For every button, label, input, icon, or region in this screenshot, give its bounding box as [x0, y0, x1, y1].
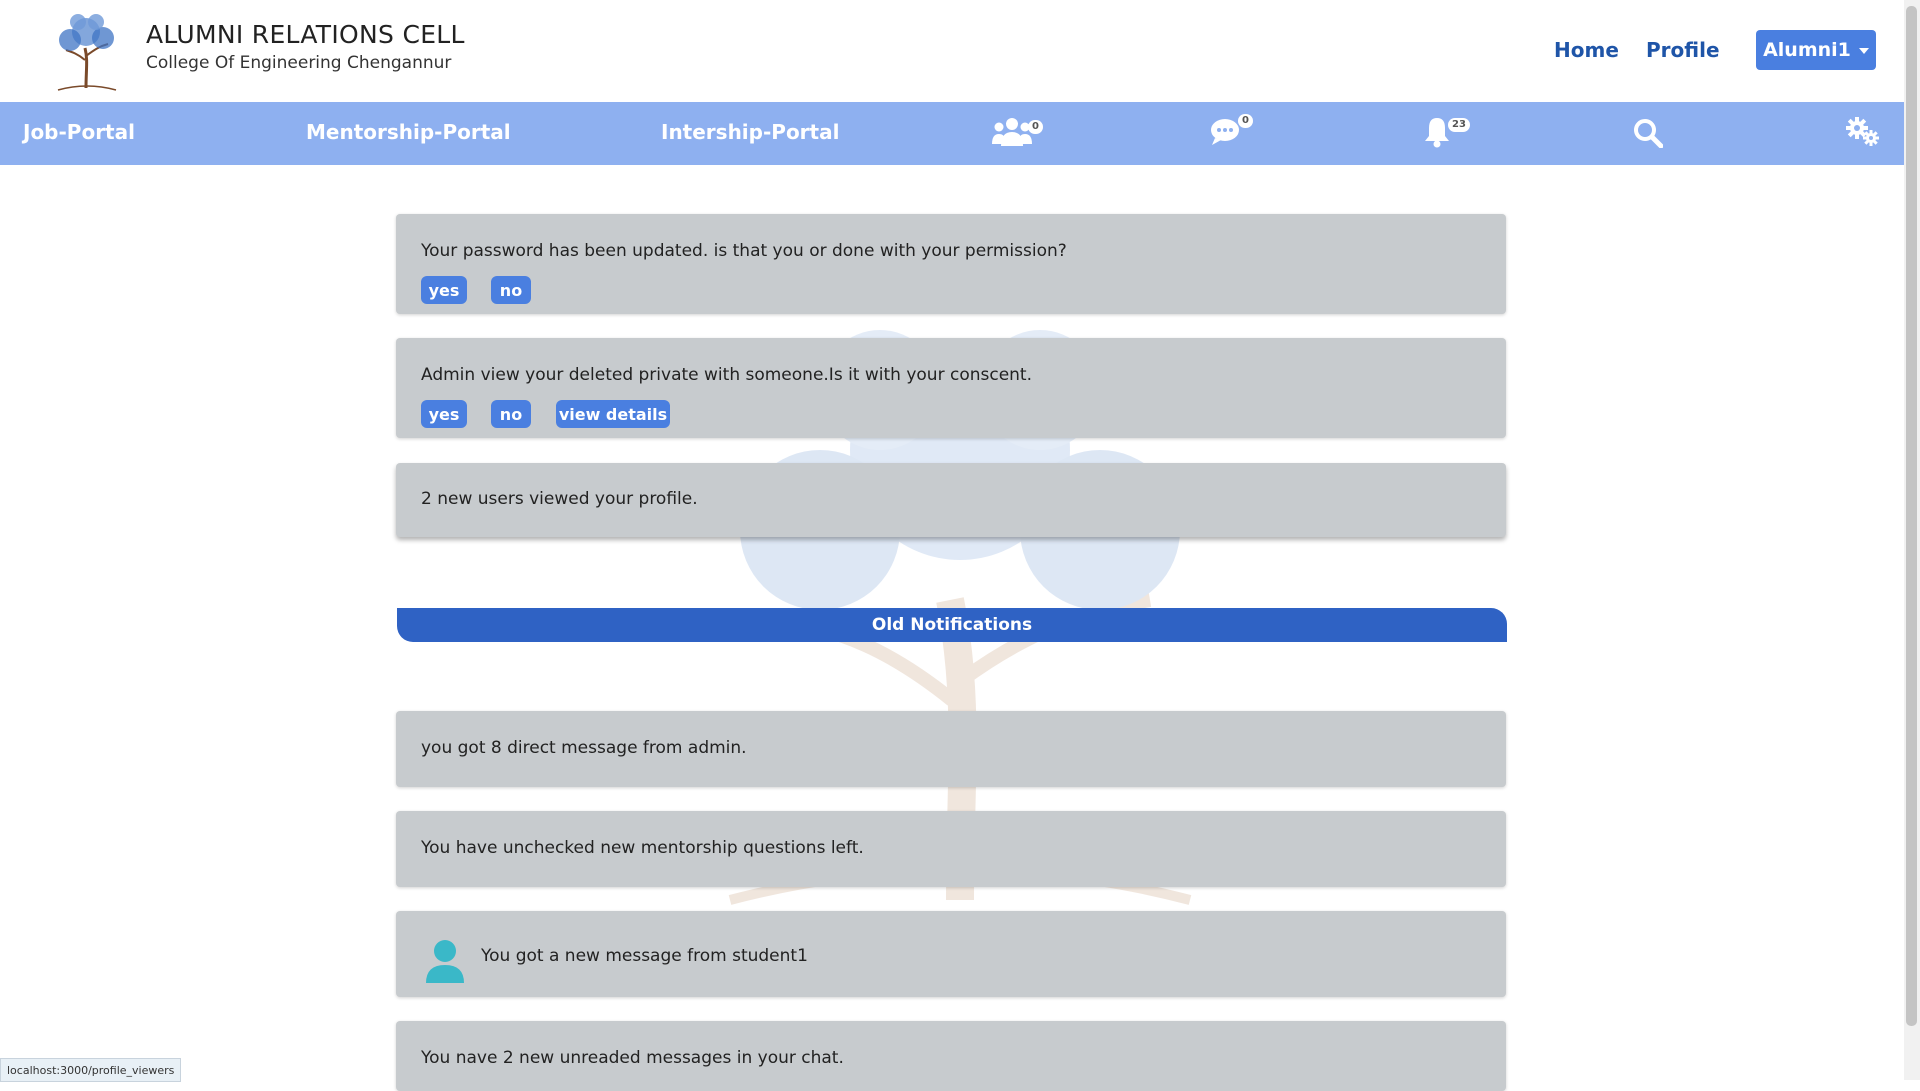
main-navbar: Job-Portal Mentorship-Portal Intership-P…: [0, 102, 1904, 165]
nav-mentorship-portal[interactable]: Mentorship-Portal: [306, 120, 511, 144]
notification-text: You have unchecked new mentorship questi…: [421, 838, 864, 858]
bell-badge: 23: [1448, 118, 1470, 132]
no-button[interactable]: no: [491, 400, 531, 428]
users-icon[interactable]: 0: [992, 116, 1043, 154]
notification-card: You got a new message from student1: [396, 911, 1506, 997]
notification-text: 2 new users viewed your profile.: [421, 489, 698, 509]
brand-title: ALUMNI RELATIONS CELL: [146, 20, 465, 49]
gears-icon[interactable]: [1845, 116, 1881, 152]
notification-card: you got 8 direct message from admin.: [396, 711, 1506, 787]
brand-subtitle: College Of Engineering Chengannur: [146, 53, 452, 73]
caret-down-icon: [1858, 48, 1869, 54]
nav-job-portal[interactable]: Job-Portal: [23, 120, 135, 144]
chat-icon[interactable]: 0: [1210, 114, 1253, 150]
notification-card: Your password has been updated. is that …: [396, 214, 1506, 314]
home-link[interactable]: Home: [1554, 38, 1619, 62]
notification-card: You have unchecked new mentorship questi…: [396, 811, 1506, 887]
notification-card: Admin view your deleted private with som…: [396, 338, 1506, 438]
notification-text: Admin view your deleted private with som…: [421, 365, 1033, 385]
yes-button[interactable]: yes: [421, 276, 467, 304]
nav-internship-portal[interactable]: Intership-Portal: [661, 120, 839, 144]
top-header: ALUMNI RELATIONS CELL College Of Enginee…: [0, 0, 1904, 102]
view-details-button[interactable]: view details: [556, 400, 670, 428]
user-avatar-icon: [426, 940, 464, 983]
yes-button[interactable]: yes: [421, 400, 467, 428]
users-badge: 0: [1028, 120, 1043, 134]
tree-logo-icon[interactable]: [48, 10, 126, 92]
user-menu-dropdown[interactable]: Alumni1: [1756, 30, 1876, 70]
bell-icon[interactable]: 23: [1424, 116, 1470, 152]
old-notifications-header: Old Notifications: [397, 608, 1507, 642]
notification-card[interactable]: 2 new users viewed your profile.: [396, 463, 1506, 537]
no-button[interactable]: no: [491, 276, 531, 304]
profile-link[interactable]: Profile: [1646, 38, 1720, 62]
notification-text: Your password has been updated. is that …: [421, 241, 1067, 261]
status-url-bar: localhost:3000/profile_viewers: [0, 1058, 182, 1082]
scrollbar-thumb[interactable]: [1906, 6, 1917, 1026]
notification-text: You nave 2 new unreaded messages in your…: [421, 1048, 844, 1068]
user-menu-label: Alumni1: [1763, 39, 1851, 61]
chat-badge: 0: [1238, 114, 1253, 128]
notification-text: You got a new message from student1: [481, 946, 808, 966]
notification-card: You nave 2 new unreaded messages in your…: [396, 1021, 1506, 1091]
notification-text: you got 8 direct message from admin.: [421, 738, 747, 758]
search-icon[interactable]: [1633, 118, 1664, 152]
